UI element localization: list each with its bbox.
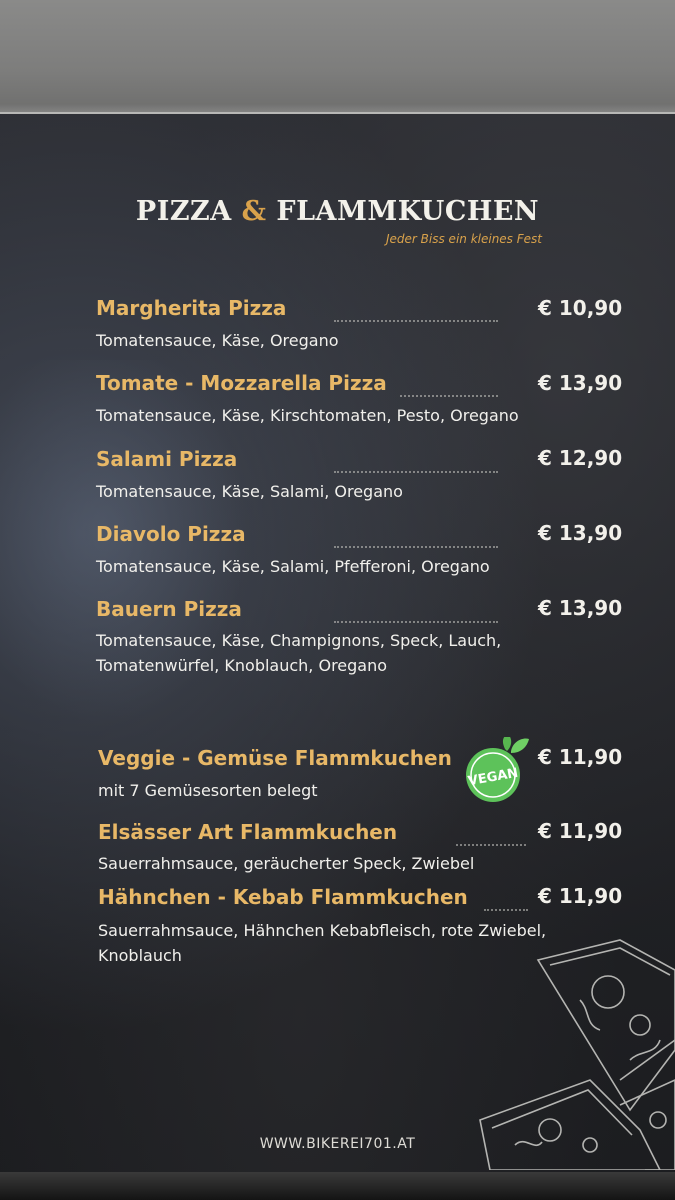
item-price: € 13,90 [538, 371, 623, 395]
item-price: € 13,90 [538, 521, 623, 545]
item-name: Veggie - Gemüse Flammkuchen [98, 746, 452, 770]
dotted-leader [334, 546, 498, 548]
item-description: Tomatensauce, Käse, Kirschtomaten, Pesto… [96, 406, 519, 425]
item-name: Hähnchen - Kebab Flammkuchen [98, 885, 468, 909]
item-name: Elsässer Art Flammkuchen [98, 820, 398, 844]
website-footer: WWW.BIKEREI701.AT [259, 1136, 416, 1152]
item-price: € 11,90 [538, 819, 623, 843]
item-price: € 10,90 [538, 296, 623, 320]
tagline: Jeder Biss ein kleines Fest [386, 232, 542, 246]
item-description: mit 7 Gemüsesorten belegt [98, 781, 318, 800]
dotted-leader [456, 844, 526, 846]
item-description: Tomatensauce, Käse, Oregano [96, 331, 339, 350]
dotted-leader [334, 320, 498, 322]
item-description: Tomatensauce, Käse, Salami, Pfefferoni, … [96, 557, 490, 576]
item-description: Knoblauch [98, 946, 182, 965]
pizza-slice-illustration [479, 939, 675, 1170]
item-name: Margherita Pizza [96, 296, 287, 320]
dotted-leader [334, 621, 498, 623]
dotted-leader [484, 909, 528, 911]
item-price: € 11,90 [538, 884, 623, 908]
item-price: € 13,90 [538, 596, 623, 620]
table-edge [0, 1172, 675, 1200]
item-name: Tomate - Mozzarella Pizza [96, 371, 387, 395]
title-ampersand: & [241, 196, 267, 227]
item-description: Tomatensauce, Käse, Salami, Oregano [96, 482, 403, 501]
item-description: Tomatenwürfel, Knoblauch, Oregano [96, 656, 388, 675]
title-flammkuchen: FLAMMKUCHEN [276, 196, 540, 227]
item-name: Bauern Pizza [96, 597, 242, 621]
item-name: Diavolo Pizza [96, 522, 246, 546]
vegan-badge-icon: VEGAN [466, 737, 529, 802]
dotted-leader [334, 471, 498, 473]
item-price: € 11,90 [538, 745, 623, 769]
item-price: € 12,90 [538, 446, 623, 470]
dotted-leader [400, 395, 498, 397]
item-name: Salami Pizza [96, 447, 238, 471]
wall-background [0, 0, 675, 118]
item-description: Sauerrahmsauce, geräucherter Speck, Zwie… [98, 854, 475, 873]
title-pizza: PIZZA [135, 196, 232, 227]
item-description: Tomatensauce, Käse, Champignons, Speck, … [96, 631, 502, 650]
menu-title: PIZZA & FLAMMKUCHEN [0, 196, 675, 227]
